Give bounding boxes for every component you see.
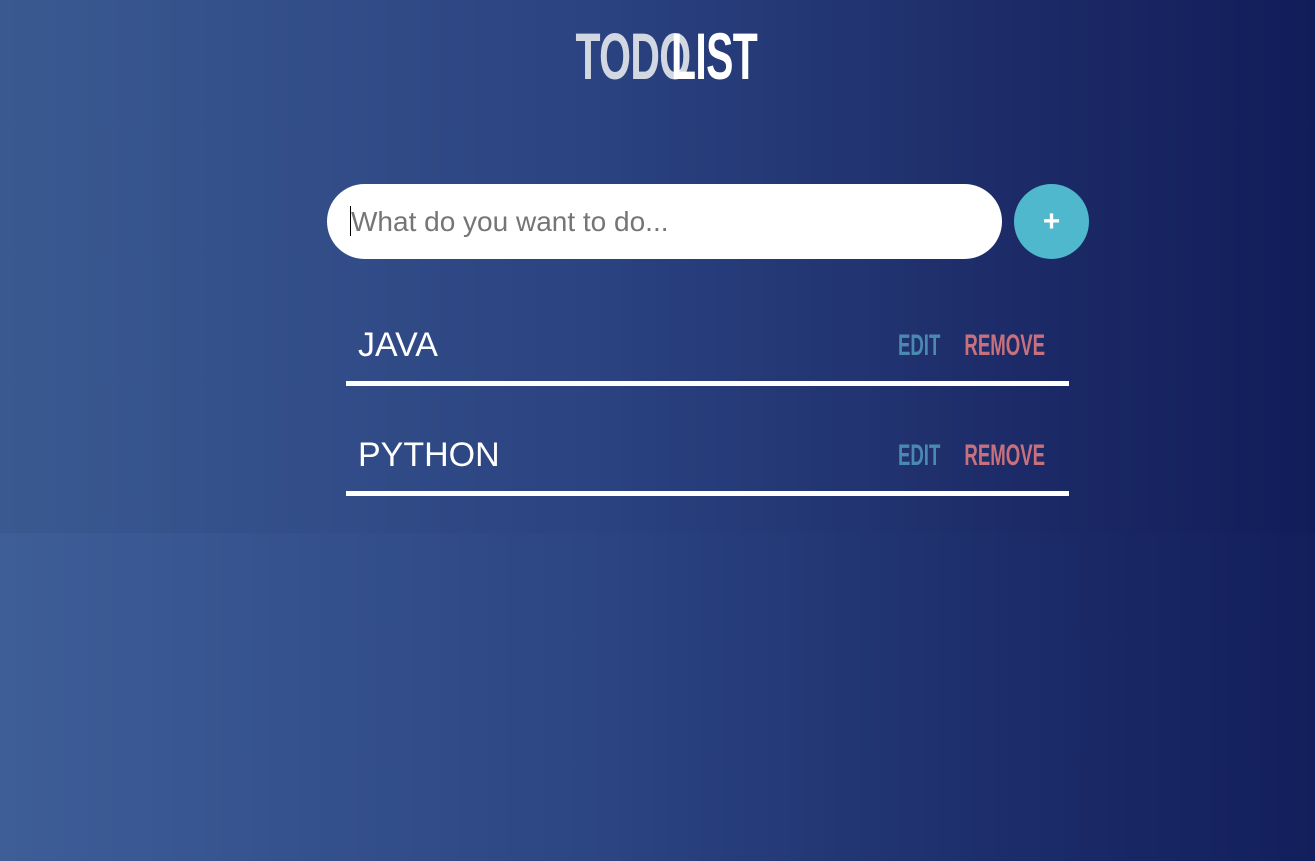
todo-item-divider	[346, 381, 1069, 386]
todo-item-text: PYTHON	[358, 436, 500, 474]
page-title: TODO LIST	[0, 18, 1315, 94]
todo-item-actions: EDIT REMOVE	[892, 328, 1045, 364]
remove-button[interactable]: REMOVE	[964, 328, 1045, 364]
todo-item-divider	[346, 491, 1069, 496]
todo-item: PYTHON EDIT REMOVE	[346, 420, 1069, 530]
edit-button[interactable]: EDIT	[898, 328, 940, 364]
edit-button[interactable]: EDIT	[898, 438, 940, 474]
remove-button[interactable]: REMOVE	[964, 438, 1045, 474]
todo-item-actions: EDIT REMOVE	[892, 438, 1045, 474]
todo-item: JAVA EDIT REMOVE	[346, 310, 1069, 420]
todo-input[interactable]	[351, 184, 981, 259]
todo-item-text: JAVA	[358, 326, 438, 364]
text-caret	[350, 206, 351, 236]
todo-list: JAVA EDIT REMOVE PYTHON EDIT REMOVE	[346, 310, 1069, 530]
todo-input-wrapper	[327, 184, 1002, 259]
title-word-list: LIST	[671, 19, 758, 93]
plus-icon: +	[1042, 205, 1061, 238]
add-todo-button[interactable]: +	[1014, 184, 1089, 259]
